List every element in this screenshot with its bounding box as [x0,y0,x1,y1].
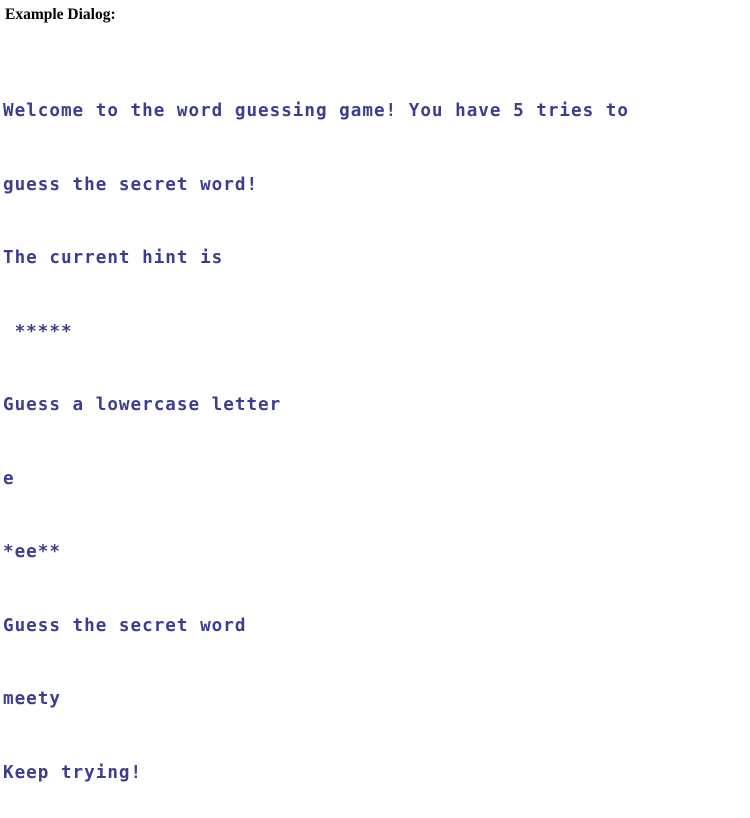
transcript-line: *ee** [3,542,61,562]
transcript-line: Guess a lowercase letter [3,395,282,415]
transcript-line: e [3,468,15,489]
transcript-line: The current hint is [3,248,224,268]
dialog-transcript-page: Example Dialog: Welcome to the word gues… [0,0,750,818]
transcript-line: Guess the secret word [3,615,247,636]
console-transcript: Welcome to the word guessing game! You h… [3,50,750,818]
transcript-line: Welcome to the word guessing game! You h… [3,101,629,121]
transcript-line: Keep trying! [3,762,143,783]
page-title: Example Dialog: [5,6,116,23]
transcript-line: guess the secret word! [3,174,259,195]
transcript-line: meety [3,689,61,709]
transcript-line: ***** [3,321,73,342]
